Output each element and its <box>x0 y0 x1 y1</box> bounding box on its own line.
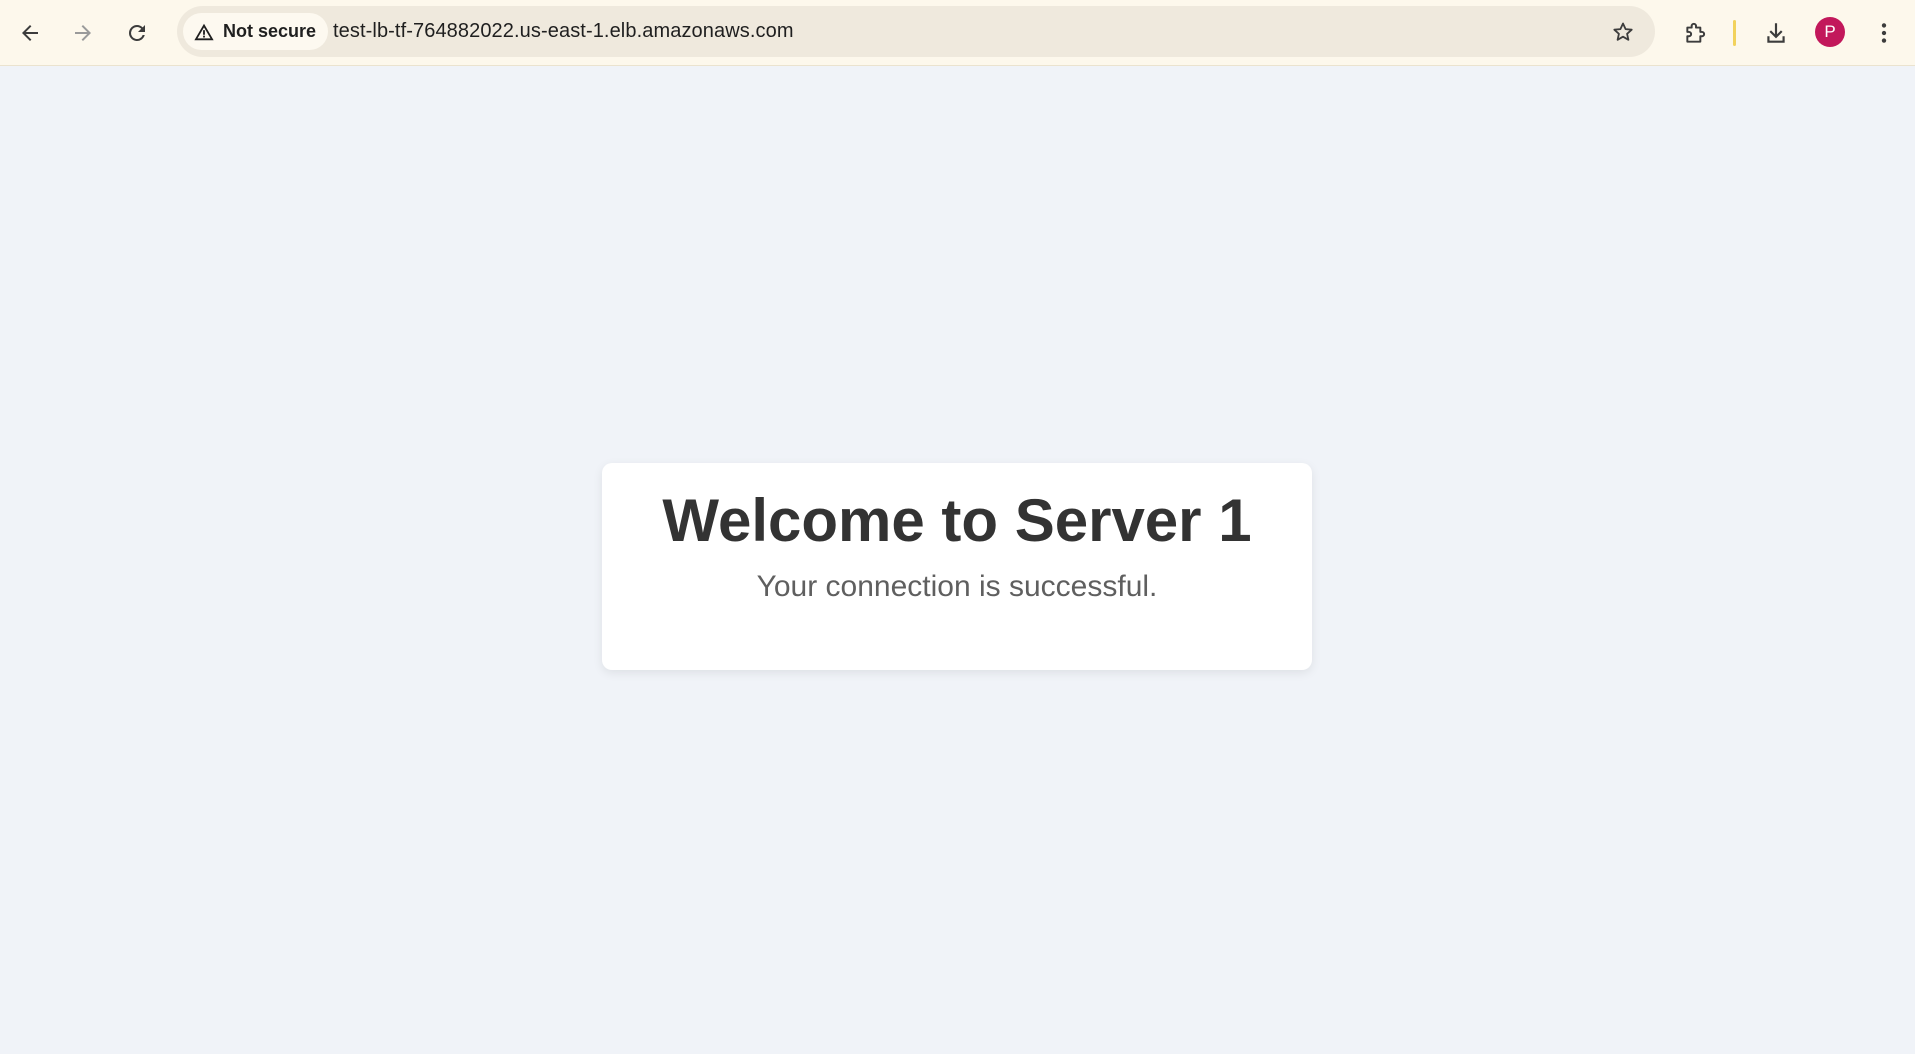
kebab-menu-icon <box>1881 23 1887 43</box>
extensions-button[interactable] <box>1674 11 1718 55</box>
profile-avatar[interactable]: P <box>1815 17 1845 47</box>
browser-toolbar: Not secure test-lb-tf-764882022.us-east-… <box>0 0 1915 66</box>
reload-button[interactable] <box>115 11 159 55</box>
back-button[interactable] <box>8 11 52 55</box>
bookmark-button[interactable] <box>1604 13 1641 50</box>
browser-menu-button[interactable] <box>1862 11 1906 55</box>
download-icon <box>1767 23 1785 43</box>
arrow-right-icon <box>75 25 91 41</box>
page-title: Welcome to Server 1 <box>662 487 1252 554</box>
reload-icon <box>129 24 145 41</box>
puzzle-icon <box>1686 22 1706 43</box>
status-message: Your connection is successful. <box>756 570 1158 603</box>
page-viewport: Welcome to Server 1 Your connection is s… <box>0 67 1915 1054</box>
toolbar-divider <box>1733 20 1736 46</box>
star-icon <box>1612 22 1633 41</box>
downloads-button[interactable] <box>1754 11 1798 55</box>
address-bar[interactable]: Not secure test-lb-tf-764882022.us-east-… <box>177 6 1655 57</box>
url-text[interactable]: test-lb-tf-764882022.us-east-1.elb.amazo… <box>333 6 794 57</box>
security-indicator[interactable]: Not secure <box>183 13 329 50</box>
forward-button[interactable] <box>61 11 105 55</box>
welcome-card: Welcome to Server 1 Your connection is s… <box>602 463 1312 670</box>
security-label: Not secure <box>223 21 317 41</box>
warning-triangle-icon <box>194 23 214 40</box>
arrow-left-icon <box>22 25 38 41</box>
